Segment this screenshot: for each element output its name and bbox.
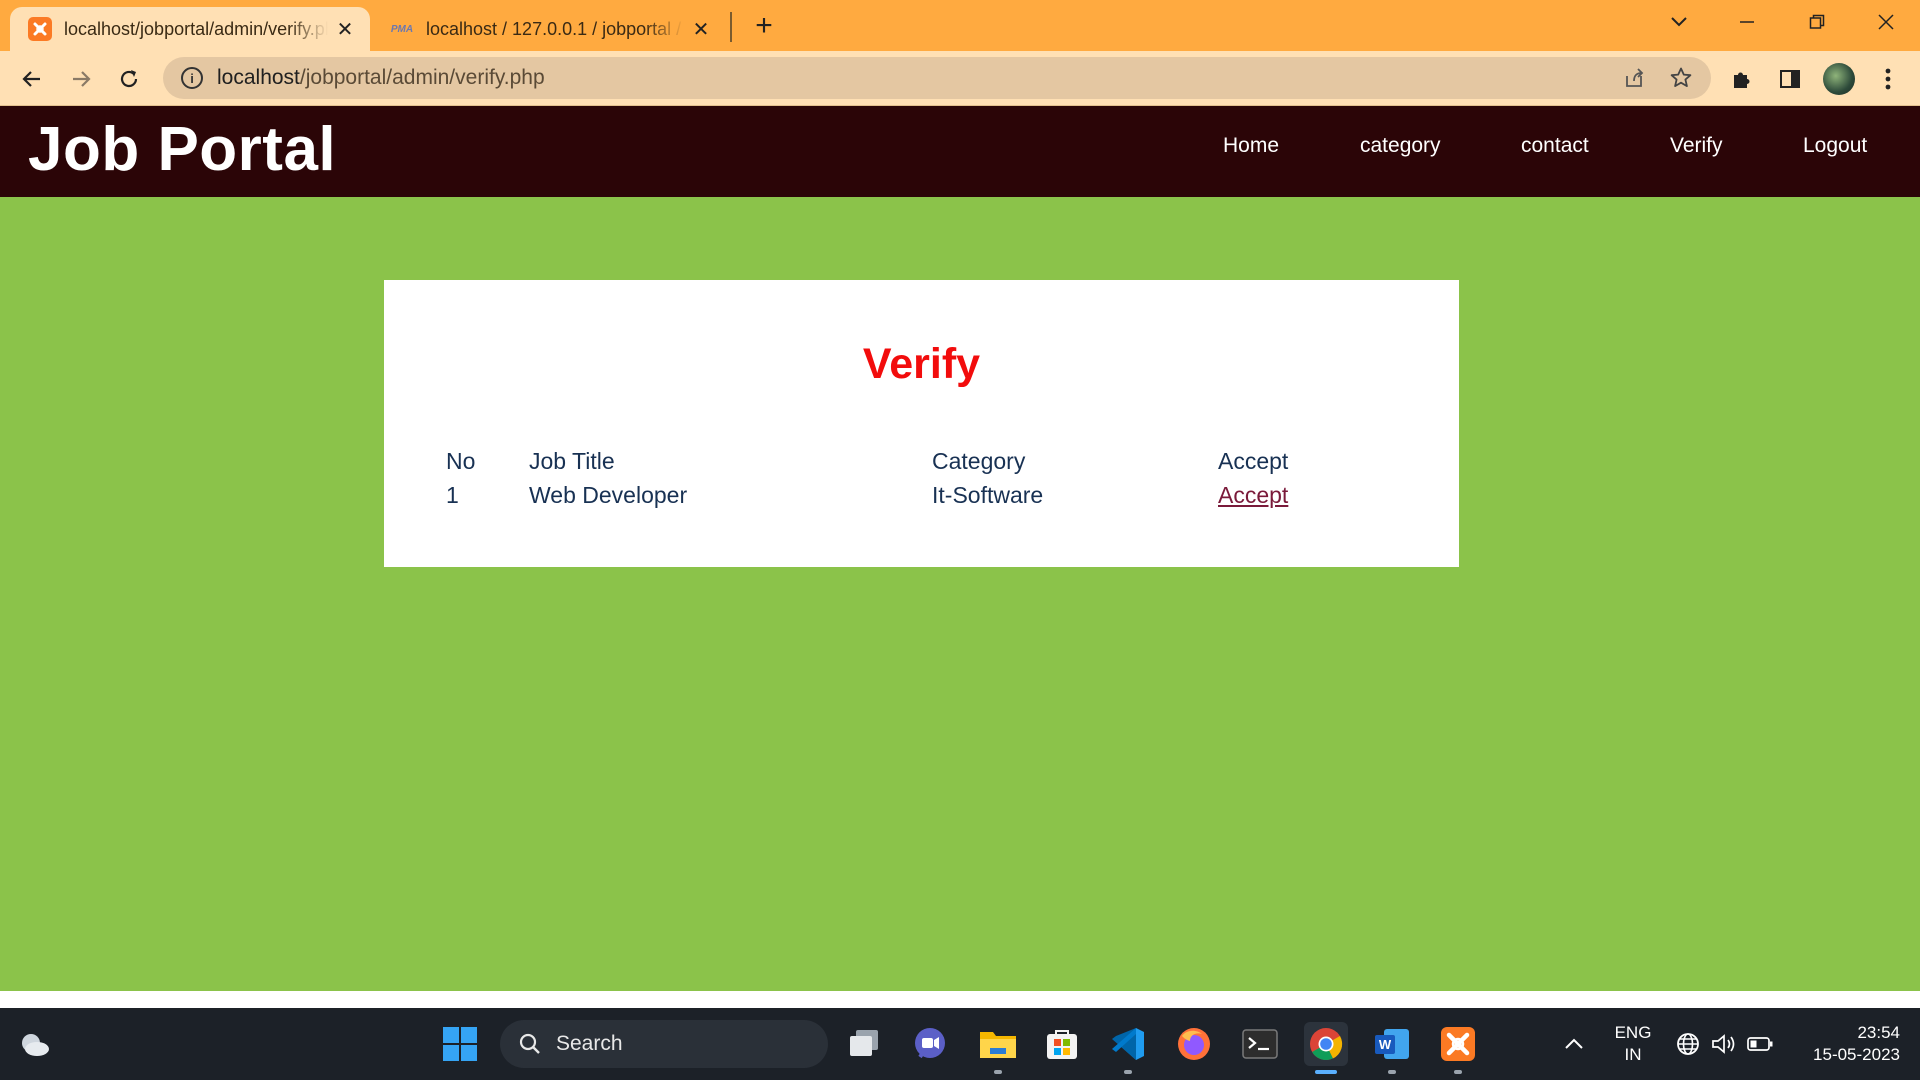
nav-logout[interactable]: Logout — [1803, 134, 1867, 158]
tab-close-icon[interactable]: ✕ — [690, 18, 712, 41]
file-explorer-icon[interactable] — [976, 1022, 1020, 1074]
page-title: Verify — [862, 340, 981, 388]
terminal-icon[interactable] — [1238, 1022, 1282, 1066]
chrome-icon[interactable] — [1304, 1022, 1348, 1074]
browser-menu-icon[interactable] — [1870, 61, 1906, 97]
cell-category: It-Software — [932, 482, 1044, 508]
tab-title: localhost/jobportal/admin/verify.php — [64, 18, 328, 39]
region-code: IN — [1624, 1045, 1642, 1064]
page-bottom-strip — [0, 991, 1920, 1008]
nav-verify[interactable]: Verify — [1670, 134, 1723, 158]
word-icon[interactable]: W — [1370, 1022, 1414, 1074]
teams-chat-icon[interactable] — [908, 1022, 952, 1066]
search-icon — [519, 1033, 540, 1054]
phpmyadmin-icon: PMA — [390, 23, 414, 35]
site-brand[interactable]: Job Portal — [28, 114, 336, 185]
tab-close-icon[interactable]: ✕ — [334, 18, 356, 41]
new-tab-button[interactable]: + — [748, 9, 780, 42]
cell-no: 1 — [446, 482, 459, 508]
search-placeholder: Search — [556, 1032, 623, 1055]
bookmark-star-icon[interactable] — [1666, 63, 1696, 93]
cell-job-title: Web Developer — [529, 482, 688, 508]
task-view-icon[interactable] — [842, 1022, 886, 1066]
firefox-icon[interactable] — [1172, 1022, 1216, 1066]
tab-divider — [730, 12, 732, 42]
site-info-icon[interactable]: i — [181, 67, 203, 89]
side-panel-icon[interactable] — [1772, 61, 1808, 97]
tab-verify[interactable]: localhost/jobportal/admin/verify.php ✕ — [10, 7, 370, 51]
show-hidden-icons-chevron-icon[interactable] — [1552, 1022, 1596, 1066]
share-icon[interactable] — [1619, 63, 1649, 93]
column-header-category: Category — [932, 448, 1026, 474]
extensions-puzzle-icon[interactable] — [1724, 61, 1760, 97]
clock[interactable]: 23:54 15-05-2023 — [1790, 1022, 1900, 1066]
clock-date: 15-05-2023 — [1813, 1045, 1900, 1064]
xampp-icon — [28, 17, 52, 41]
nav-contact[interactable]: contact — [1521, 134, 1589, 158]
url-text: localhost/jobportal/admin/verify.php — [217, 66, 545, 89]
taskbar-search[interactable]: Search — [500, 1020, 828, 1068]
battery-icon[interactable] — [1738, 1022, 1782, 1066]
windows-taskbar: Search W ENG IN 23:54 15-05-2023 — [0, 1008, 1920, 1080]
weather-widget-icon[interactable] — [12, 1022, 56, 1066]
page-body: Job Portal Home category contact Verify … — [0, 106, 1920, 991]
tab-title: localhost / 127.0.0.1 / jobportal / — [426, 18, 682, 39]
tab-phpmyadmin[interactable]: PMA localhost / 127.0.0.1 / jobportal / … — [380, 7, 726, 51]
xampp-taskbar-icon[interactable] — [1436, 1022, 1480, 1074]
verify-card: Verify No Job Title Category Accept 1 We… — [384, 280, 1459, 567]
vscode-icon[interactable] — [1106, 1022, 1150, 1074]
address-bar[interactable]: i localhost/jobportal/admin/verify.php — [163, 57, 1711, 99]
forward-button[interactable] — [63, 61, 99, 97]
column-header-accept: Accept — [1218, 448, 1289, 474]
language-code: ENG — [1614, 1023, 1652, 1042]
column-header-no: No — [446, 448, 476, 474]
accept-link[interactable]: Accept — [1218, 482, 1288, 509]
back-button[interactable] — [14, 61, 50, 97]
reload-button[interactable] — [111, 61, 147, 97]
column-header-job-title: Job Title — [529, 448, 615, 474]
site-header: Job Portal Home category contact Verify … — [0, 106, 1920, 197]
browser-toolbar: i localhost/jobportal/admin/verify.php — [0, 51, 1920, 106]
nav-category[interactable]: category — [1360, 134, 1441, 158]
clock-time: 23:54 — [1857, 1023, 1900, 1042]
nav-home[interactable]: Home — [1223, 134, 1279, 158]
start-windows-icon[interactable] — [438, 1022, 482, 1066]
microsoft-store-icon[interactable] — [1040, 1022, 1084, 1066]
tab-search-chevron-icon[interactable] — [1659, 6, 1699, 38]
profile-avatar[interactable] — [1821, 61, 1857, 97]
restore-button[interactable] — [1797, 6, 1837, 38]
browser-tab-bar: localhost/jobportal/admin/verify.php ✕ P… — [0, 0, 1920, 51]
language-indicator[interactable]: ENG IN — [1610, 1022, 1656, 1066]
close-window-button[interactable] — [1866, 6, 1906, 38]
minimize-button[interactable] — [1727, 6, 1767, 38]
svg-text:W: W — [1379, 1037, 1392, 1052]
